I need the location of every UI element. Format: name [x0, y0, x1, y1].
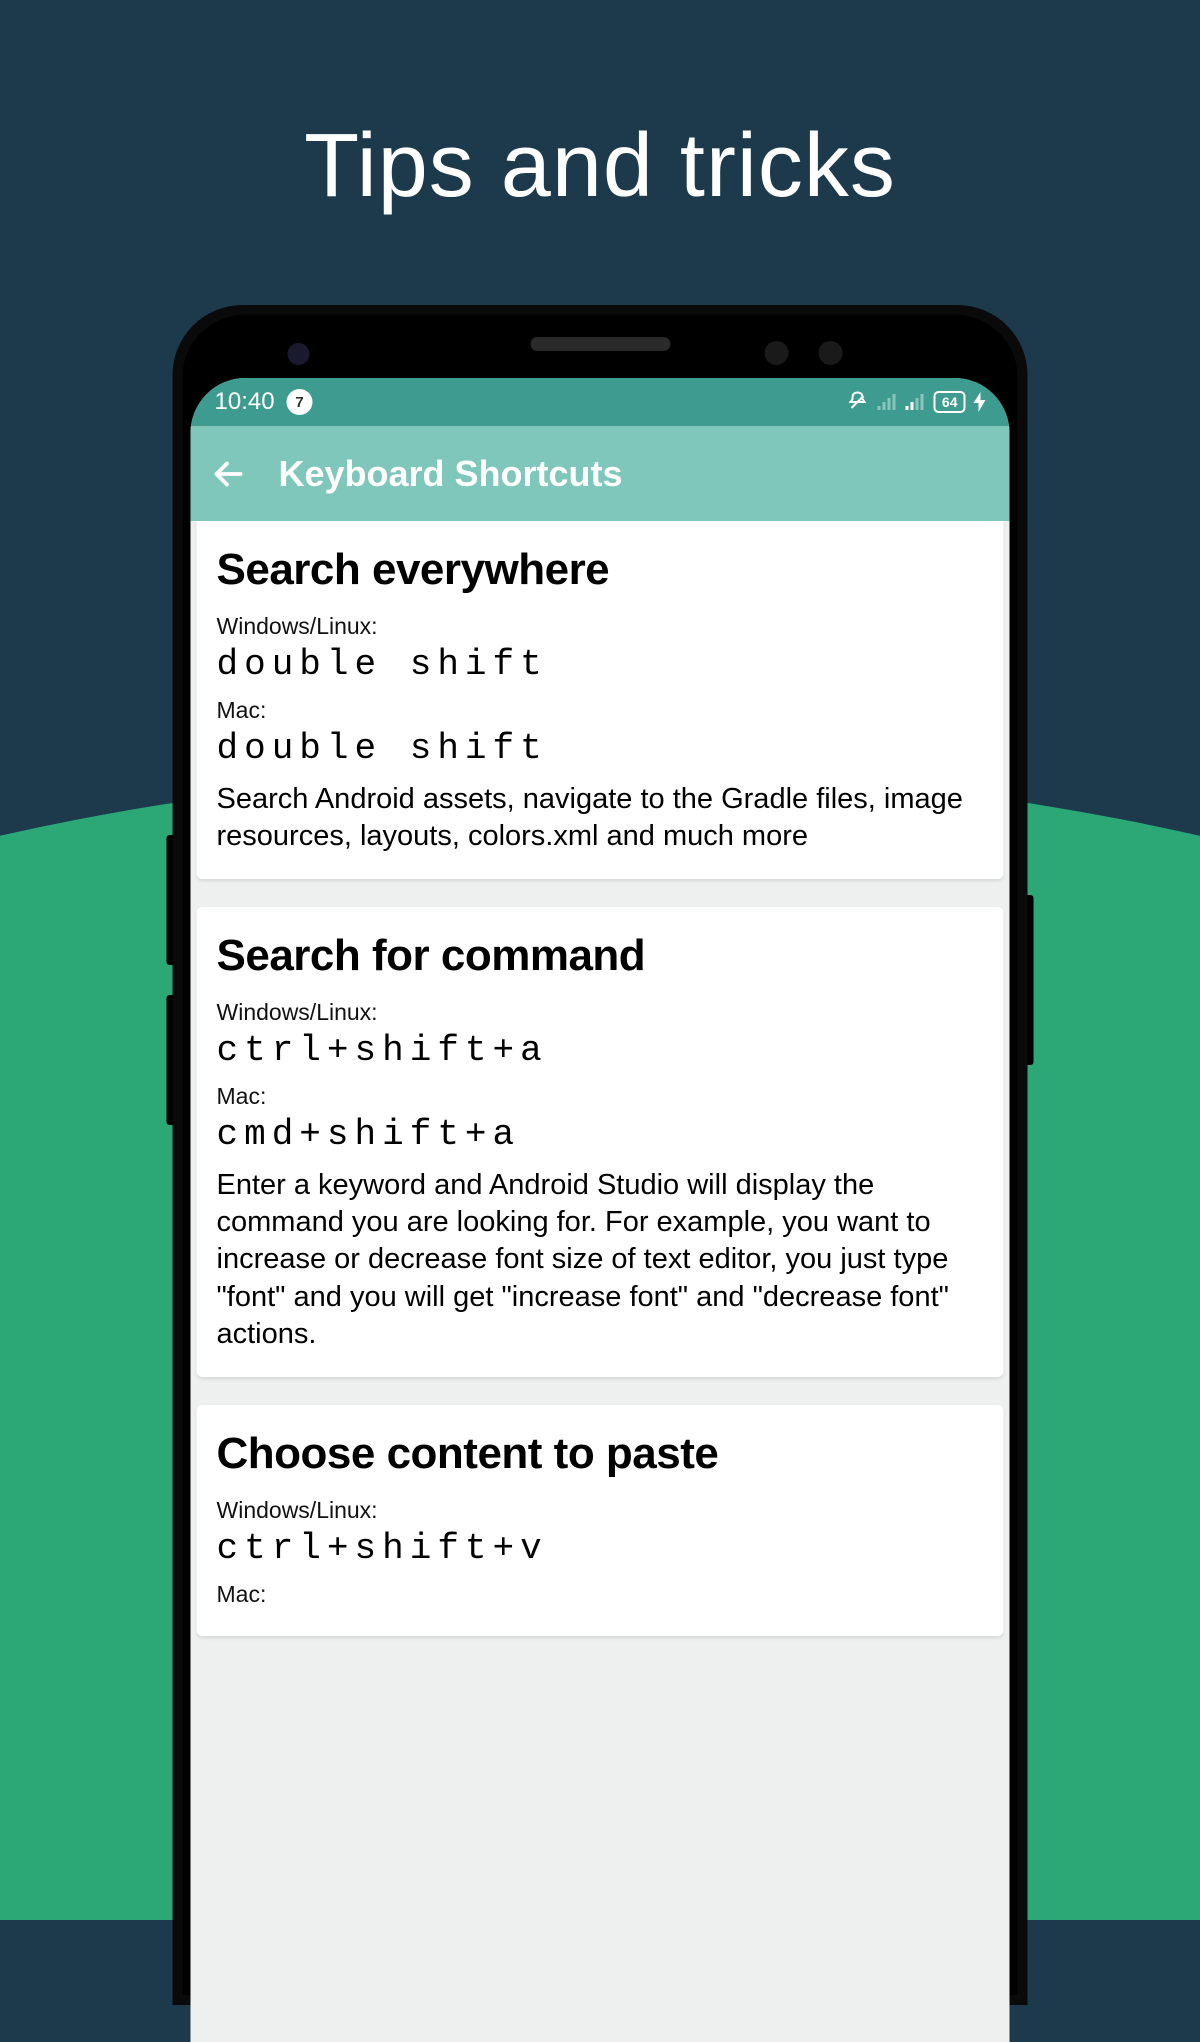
shortcut-card: Choose content to paste Windows/Linux: c… [197, 1405, 1004, 1636]
platform-label-windows: Windows/Linux: [217, 613, 984, 640]
shortcut-key-windows: ctrl+shift+a [217, 1030, 984, 1071]
card-title: Search everywhere [217, 545, 984, 595]
phone-button-volume-up [167, 835, 173, 965]
status-bar: 10:40 7 [191, 378, 1010, 426]
card-description: Search Android assets, navigate to the G… [217, 781, 984, 855]
shortcut-key-windows: double shift [217, 644, 984, 685]
content-list[interactable]: Search everywhere Windows/Linux: double … [191, 521, 1010, 1636]
shortcut-key-mac: double shift [217, 728, 984, 769]
battery-level: 64 [942, 394, 958, 410]
phone-frame: 10:40 7 [173, 305, 1028, 2005]
signal-icon [878, 392, 898, 412]
app-bar-title: Keyboard Shortcuts [279, 453, 623, 495]
phone-button-volume-down [167, 995, 173, 1125]
platform-label-mac: Mac: [217, 1581, 984, 1608]
shortcut-card: Search everywhere Windows/Linux: double … [197, 521, 1004, 879]
phone-bezel: 10:40 7 [183, 315, 1018, 1995]
card-title: Search for command [217, 931, 984, 981]
phone-button-power [1028, 895, 1034, 1065]
arrow-left-icon [211, 456, 247, 492]
card-description: Enter a keyword and Android Studio will … [217, 1167, 984, 1353]
charging-icon [974, 392, 986, 412]
phone-speaker [530, 337, 670, 351]
status-time: 10:40 [215, 388, 275, 416]
signal-icon-2 [906, 392, 926, 412]
notification-badge: 7 [287, 389, 313, 415]
shortcut-key-mac: cmd+shift+a [217, 1114, 984, 1155]
platform-label-mac: Mac: [217, 697, 984, 724]
platform-label-windows: Windows/Linux: [217, 999, 984, 1026]
phone-screen: 10:40 7 [191, 378, 1010, 2042]
app-bar: Keyboard Shortcuts [191, 426, 1010, 521]
shortcut-card: Search for command Windows/Linux: ctrl+s… [197, 907, 1004, 1377]
page-title: Tips and tricks [0, 115, 1200, 218]
shortcut-key-windows: ctrl+shift+v [217, 1528, 984, 1569]
battery-indicator: 64 [934, 391, 966, 413]
card-title: Choose content to paste [217, 1429, 984, 1479]
platform-label-windows: Windows/Linux: [217, 1497, 984, 1524]
mute-icon [846, 390, 870, 414]
phone-sensors [765, 341, 843, 365]
phone-front-camera [288, 343, 310, 365]
platform-label-mac: Mac: [217, 1083, 984, 1110]
back-button[interactable] [211, 456, 247, 492]
